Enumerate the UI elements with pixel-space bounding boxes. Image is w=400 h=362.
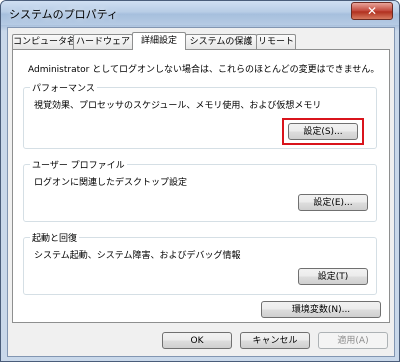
environment-variables-button[interactable]: 環境変数(N)... <box>261 301 381 318</box>
user-profiles-settings-button[interactable]: 設定(E)... <box>298 194 368 211</box>
startup-recovery-legend: 起動と回復 <box>30 231 80 244</box>
close-button[interactable]: ✕ <box>351 2 393 20</box>
close-icon: ✕ <box>366 4 378 18</box>
title-bar[interactable]: システムのプロパティ ✕ <box>1 1 399 25</box>
window-title: システムのプロパティ <box>9 8 119 21</box>
advanced-tab-page: Administrator としてログオンしない場合は、これらのほとんどの変更は… <box>12 49 390 323</box>
dialog-client-area: コンピュータ名 ハードウェア 詳細設定 システムの保護 リモート Adminis… <box>7 27 395 357</box>
startup-recovery-group: 起動と回復 システム起動、システム障害、およびデバッグ情報 設定(T) <box>23 231 377 295</box>
performance-description: 視覚効果、プロセッサのスケジュール、メモリ使用、および仮想メモリ <box>34 101 322 111</box>
tab-hardware[interactable]: ハードウェア <box>73 34 133 49</box>
user-profiles-group: ユーザー プロファイル ログオンに関連したデスクトップ設定 設定(E)... <box>23 158 377 222</box>
user-profiles-legend: ユーザー プロファイル <box>30 158 127 171</box>
highlight-box <box>282 118 364 145</box>
performance-legend: パフォーマンス <box>30 81 97 94</box>
ok-button[interactable]: OK <box>162 332 232 349</box>
tab-remote[interactable]: リモート <box>256 34 296 49</box>
user-profiles-description: ログオンに関連したデスクトップ設定 <box>34 178 188 188</box>
tab-advanced[interactable]: 詳細設定 <box>132 32 186 50</box>
apply-button[interactable]: 適用(A) <box>318 332 388 349</box>
performance-group: パフォーマンス 視覚効果、プロセッサのスケジュール、メモリ使用、および仮想メモリ… <box>23 81 377 149</box>
tab-system-protection[interactable]: システムの保護 <box>185 34 257 49</box>
cancel-button[interactable]: キャンセル <box>240 332 310 349</box>
system-properties-window: システムのプロパティ ✕ コンピュータ名 ハードウェア 詳細設定 システムの保護… <box>0 0 400 362</box>
startup-recovery-description: システム起動、システム障害、およびデバッグ情報 <box>34 251 241 261</box>
admin-notice: Administrator としてログオンしない場合は、これらのほとんどの変更は… <box>28 65 380 75</box>
tab-computer-name[interactable]: コンピュータ名 <box>12 34 76 49</box>
startup-recovery-settings-button[interactable]: 設定(T) <box>298 268 368 285</box>
